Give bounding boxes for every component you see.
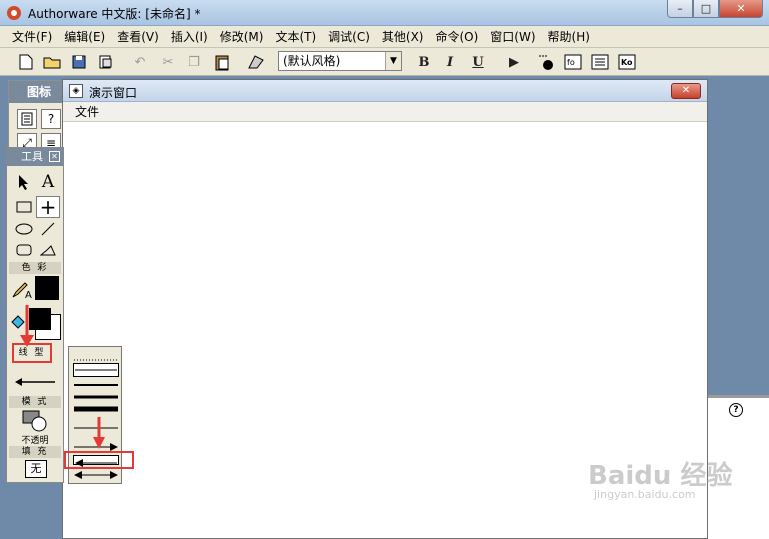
menu-text[interactable]: 文本(T) [269,28,322,45]
undo-icon[interactable]: ↶ [130,52,150,72]
help-icon[interactable]: ? [729,403,743,417]
bold-button[interactable]: B [414,52,434,72]
menu-window[interactable]: 窗口(W) [484,28,541,45]
new-file-icon[interactable] [16,52,36,72]
import-icon[interactable] [96,52,116,72]
pointer-tool-icon[interactable] [12,171,36,193]
polygon-tool-icon[interactable] [36,239,60,261]
close-button[interactable]: ✕ [719,0,763,18]
line-option-dotted[interactable] [73,353,119,361]
functions-icon[interactable]: fo [563,52,583,72]
presentation-title: 演示窗口 [89,86,138,100]
watermark-brand: Baidu 经验 [588,461,733,491]
ellipse-tool-icon[interactable] [12,218,36,240]
svg-text:fo: fo [567,58,575,67]
menu-other[interactable]: 其他(X) [376,28,430,45]
menu-help[interactable]: 帮助(H) [542,28,596,45]
title-bar: Authorware 中文版: [未命名] * – □ ✕ [0,0,769,26]
chevron-down-icon[interactable]: ▼ [385,52,401,70]
rounded-rectangle-tool-icon[interactable] [12,239,36,261]
line-option-arrow-both[interactable] [73,469,119,479]
color-section-label: 色 彩 [9,262,61,274]
app-icon [7,6,21,20]
tools-palette-titlebar: 工具 ✕ [7,148,63,166]
maximize-button[interactable]: □ [693,0,719,18]
line-option-thick[interactable] [73,391,119,401]
menu-file[interactable]: 文件(F) [6,28,58,45]
tools-close-icon[interactable]: ✕ [49,151,60,162]
control-panel-icon[interactable] [536,52,556,72]
rectangle-tool-icon[interactable] [12,196,36,218]
minimize-button[interactable]: – [667,0,693,18]
line-option-thickest[interactable] [73,403,119,415]
knowledge-objects-icon[interactable]: Ko [617,52,637,72]
tools-palette: 工具 ✕ A + 色 彩 A 线 型 模 式 不透明 填 充 无 [6,147,64,483]
open-folder-icon[interactable] [42,52,62,72]
display-icon[interactable] [17,109,37,129]
watermark: Baidu 经验 jingyan.baidu.com [588,455,732,501]
red-arrow-indicator [20,305,34,347]
menu-edit[interactable]: 编辑(E) [58,28,111,45]
selection-highlight [64,451,134,469]
interaction-icon[interactable]: ? [41,109,61,129]
presentation-menu: 文件 [63,102,707,122]
icons-palette-title: 图标 [9,81,63,103]
line-option-thin[interactable] [73,363,119,377]
mode-icon[interactable] [21,410,47,432]
presentation-menu-file[interactable]: 文件 [75,105,99,119]
text-style-select[interactable]: (默认风格) ▼ [278,51,402,71]
copy-icon[interactable]: ❐ [184,52,204,72]
menu-bar: 文件(F) 编辑(E) 查看(V) 插入(I) 修改(M) 文本(T) 调试(C… [0,26,769,48]
icons-palette: 图标 ? ⤢ ≡ [8,80,64,153]
menu-view[interactable]: 查看(V) [111,28,165,45]
run-icon[interactable]: ▶︎ [504,52,524,72]
svg-text:Ko: Ko [621,58,633,67]
mode-section-label: 模 式 [9,396,61,408]
find-icon[interactable] [246,52,266,72]
variables-icon[interactable] [590,52,610,72]
menu-commands[interactable]: 命令(O) [429,28,484,45]
current-line-style-icon[interactable] [13,374,57,390]
underline-button[interactable]: U [468,52,488,72]
menu-debug[interactable]: 调试(C) [322,28,376,45]
save-all-icon[interactable] [70,52,90,72]
text-style-value: (默认风格) [283,54,341,68]
red-arrow-indicator [93,417,105,449]
foreground-color-swatch[interactable] [35,276,59,300]
mode-value: 不透明 [21,436,49,446]
tools-palette-title: 工具 [21,150,43,163]
window-title: Authorware 中文版: [未命名] * [28,7,201,21]
presentation-close-button[interactable]: ✕ [671,83,701,99]
fill-section-label: 填 充 [9,446,61,458]
presentation-titlebar: ◈ 演示窗口 ✕ [63,80,707,102]
paste-icon[interactable] [212,52,232,72]
crosshair-tool-icon[interactable]: + [36,195,60,219]
italic-button[interactable]: I [440,52,460,72]
svg-text:A: A [25,290,32,300]
menu-modify[interactable]: 修改(M) [214,28,270,45]
cut-icon[interactable]: ✂ [158,52,178,72]
line-tool-icon[interactable] [36,218,60,240]
presentation-window-icon: ◈ [69,84,83,98]
pencil-icon[interactable]: A [11,280,33,301]
fill-value-button[interactable]: 无 [25,460,47,478]
text-tool-icon[interactable]: A [36,171,60,193]
line-option-medium[interactable] [73,379,119,389]
menu-insert[interactable]: 插入(I) [165,28,214,45]
